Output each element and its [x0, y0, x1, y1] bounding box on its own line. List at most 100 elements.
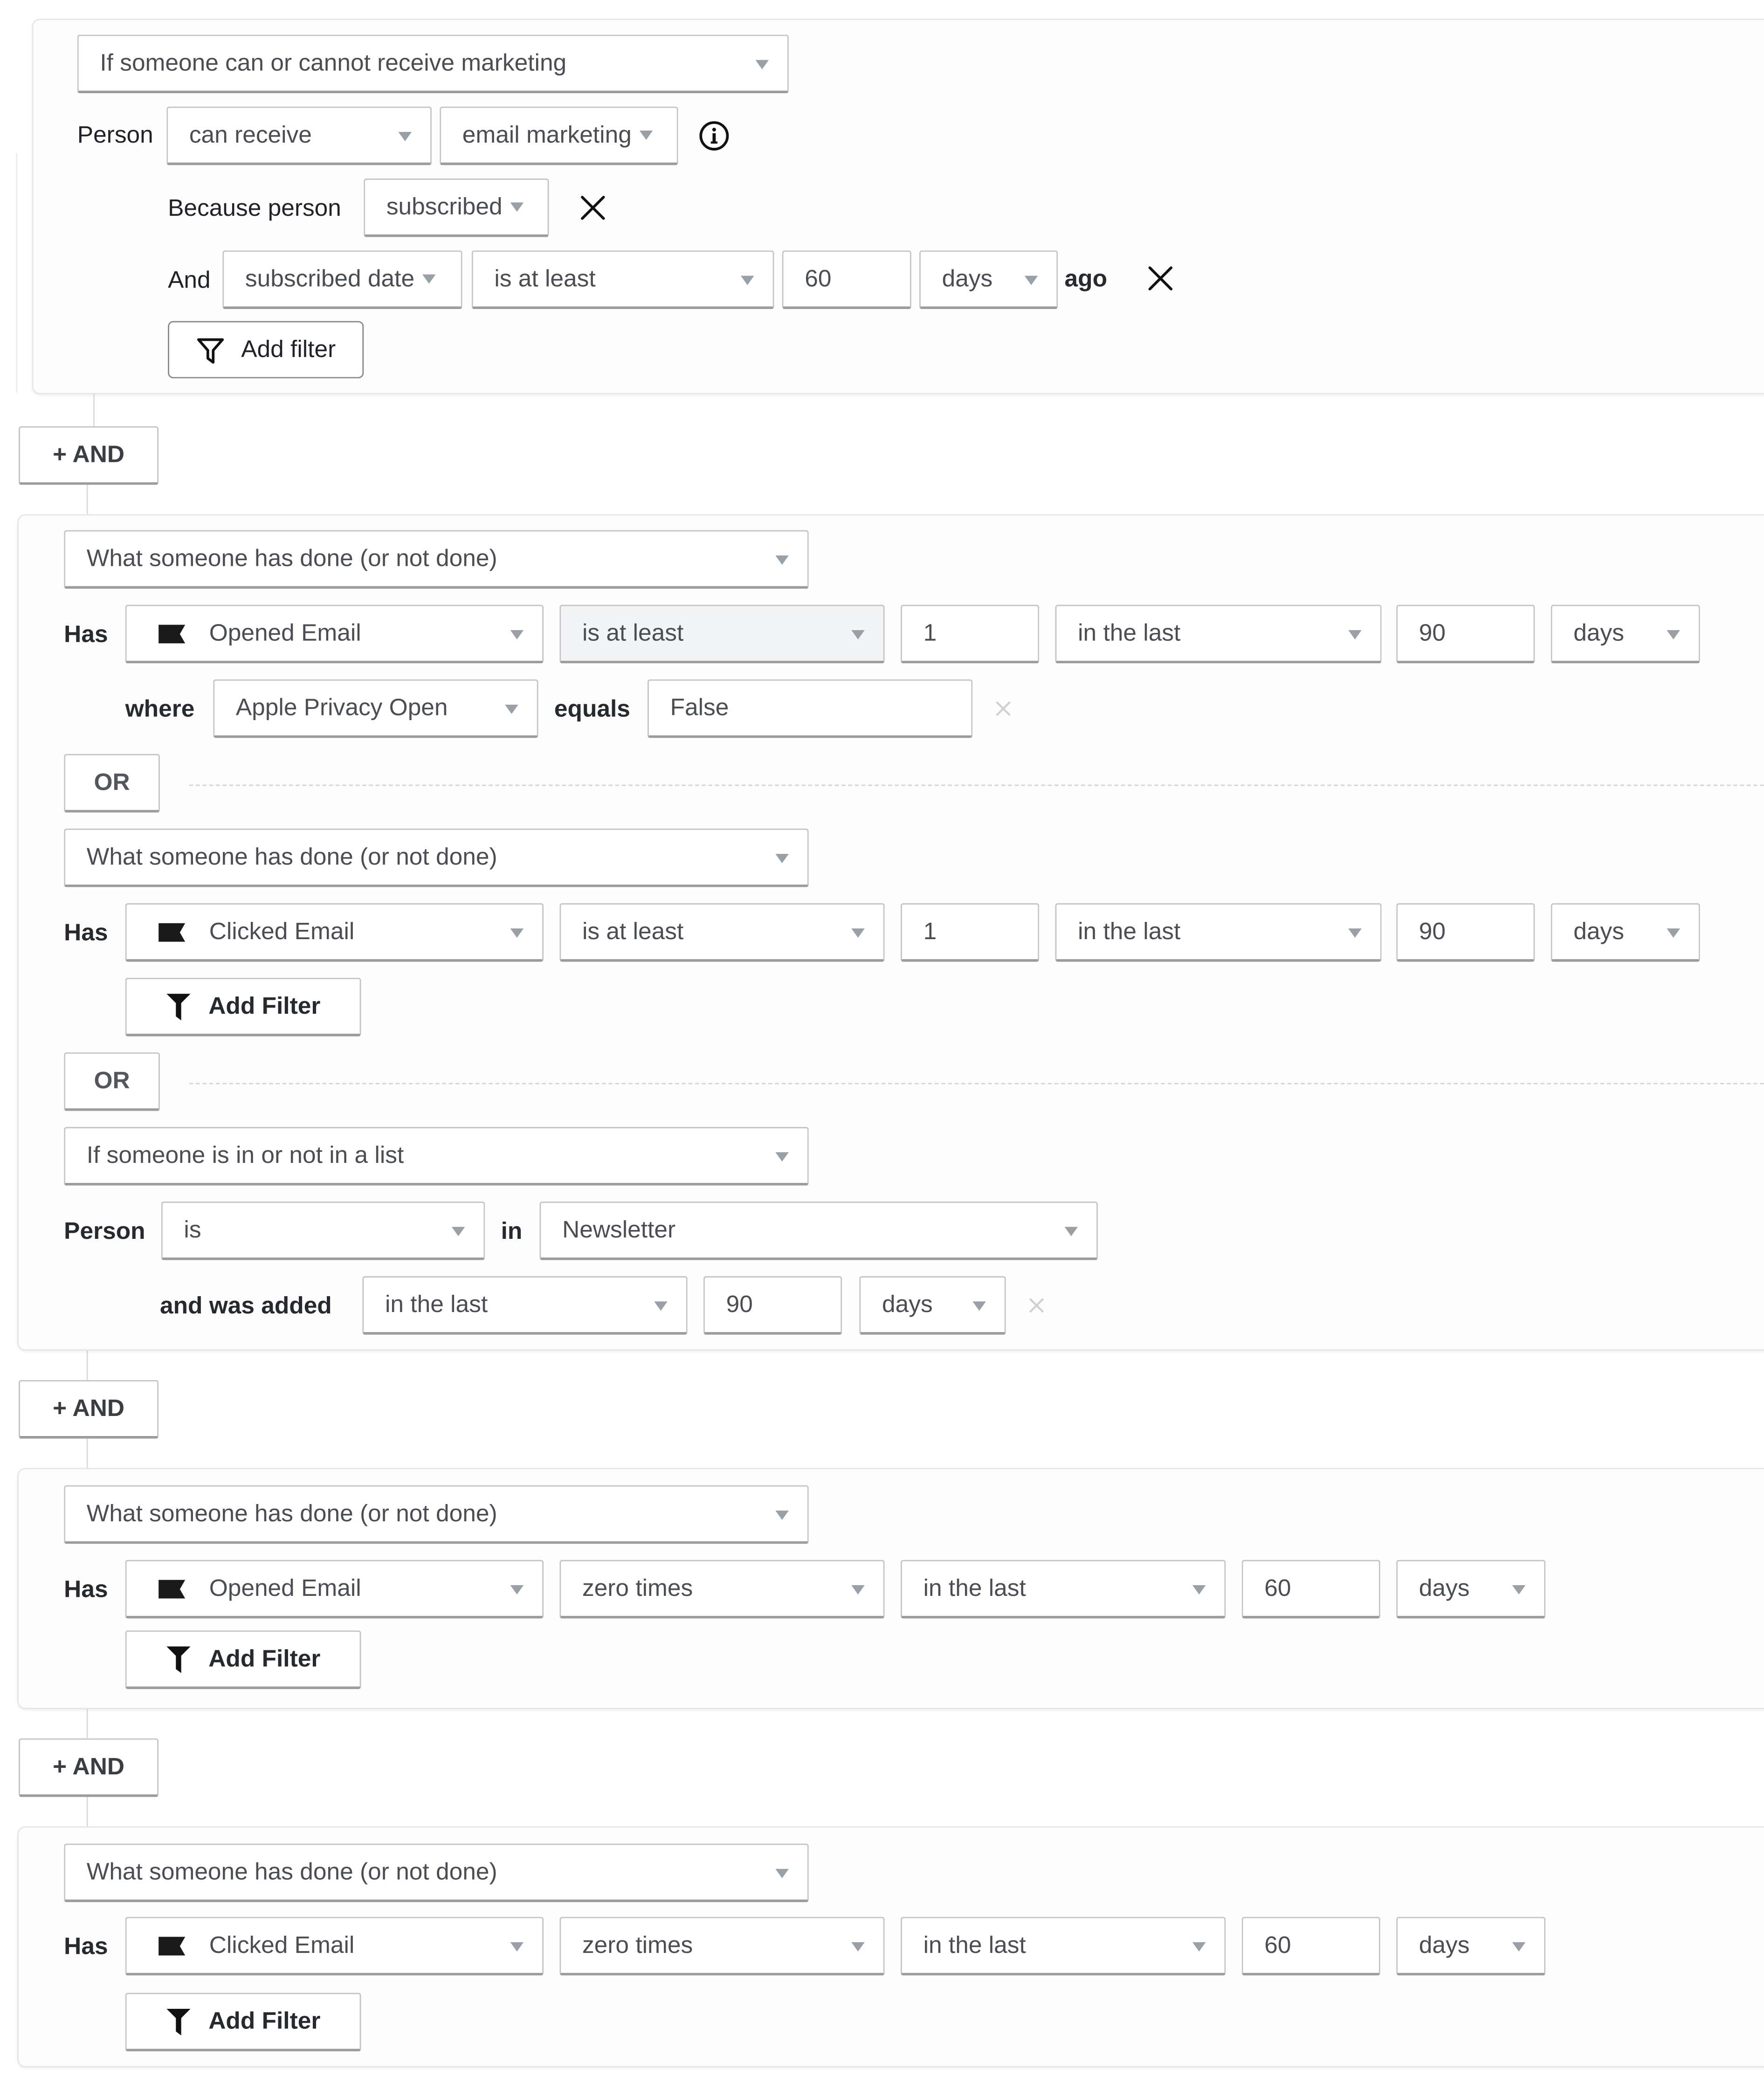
- chevron-down-icon: [398, 131, 412, 141]
- add-and-button[interactable]: + AND: [19, 1738, 159, 1797]
- timeframe-select[interactable]: in the last: [1055, 605, 1382, 664]
- condition-type-select[interactable]: If someone is in or not in a list: [64, 1127, 809, 1186]
- remove-added-filter-icon[interactable]: [1027, 1296, 1046, 1315]
- receive-mode-value: can receive: [189, 121, 312, 148]
- timeframe-value: in the last: [1078, 619, 1181, 646]
- has-label: Has: [64, 620, 108, 647]
- remove-filter-icon[interactable]: [1146, 264, 1175, 293]
- comparator-value: is at least: [494, 265, 596, 292]
- add-filter-button[interactable]: Add Filter: [125, 1993, 361, 2052]
- chevron-down-icon: [1192, 1941, 1206, 1951]
- chevron-down-icon: [1667, 928, 1680, 937]
- add-filter-button[interactable]: Add filter: [168, 321, 364, 378]
- chevron-down-icon: [755, 59, 769, 69]
- or-label: OR: [94, 1067, 130, 1094]
- channel-select[interactable]: email marketing: [440, 106, 678, 165]
- or-button[interactable]: OR: [64, 754, 160, 813]
- timeframe-select[interactable]: in the last: [362, 1276, 688, 1335]
- timeframe-value: in the last: [385, 1291, 488, 1318]
- timeframe-value: in the last: [923, 1574, 1026, 1601]
- condition-type-select[interactable]: What someone has done (or not done): [64, 828, 809, 887]
- metric-select[interactable]: Opened Email: [125, 1560, 544, 1619]
- membership-select[interactable]: is: [161, 1201, 485, 1260]
- unit-select[interactable]: days: [919, 250, 1058, 309]
- has-label: Has: [64, 919, 108, 946]
- chevron-down-icon: [510, 928, 524, 937]
- condition-type-value: If someone is in or not in a list: [86, 1141, 404, 1168]
- metric-select[interactable]: Clicked Email: [125, 1917, 544, 1976]
- chevron-down-icon: [1512, 1941, 1526, 1951]
- period-input[interactable]: 60: [1241, 1917, 1380, 1976]
- segment-definition-editor: If someone can or cannot receive marketi…: [0, 0, 1764, 2089]
- count-input[interactable]: 1: [901, 903, 1040, 962]
- chevron-down-icon: [1064, 1226, 1078, 1236]
- info-circle-icon[interactable]: [698, 120, 730, 152]
- person-label: Person: [77, 121, 153, 148]
- comparator-select[interactable]: is at least: [471, 250, 774, 309]
- amount-value: 60: [805, 265, 832, 292]
- condition-type-select[interactable]: What someone has done (or not done): [64, 1843, 809, 1903]
- or-button[interactable]: OR: [64, 1052, 160, 1111]
- metric-select[interactable]: Clicked Email: [125, 903, 544, 962]
- where-value-input[interactable]: False: [647, 679, 973, 738]
- frequency-value: is at least: [582, 619, 684, 646]
- where-property-select[interactable]: Apple Privacy Open: [213, 679, 538, 738]
- date-field-select[interactable]: subscribed date: [222, 250, 462, 309]
- frequency-select[interactable]: is at least: [559, 605, 885, 664]
- unit-select[interactable]: days: [859, 1276, 1006, 1335]
- in-label: in: [501, 1217, 523, 1244]
- flag-icon: [158, 624, 186, 643]
- timeframe-select[interactable]: in the last: [1055, 903, 1382, 962]
- receive-mode-select[interactable]: can receive: [166, 106, 432, 165]
- or-divider: [189, 1083, 1764, 1085]
- frequency-select[interactable]: zero times: [559, 1917, 885, 1976]
- unit-select[interactable]: days: [1396, 1560, 1546, 1619]
- condition-type-value: What someone has done (or not done): [86, 544, 497, 572]
- timeframe-select[interactable]: in the last: [901, 1560, 1226, 1619]
- add-and-button[interactable]: + AND: [19, 426, 159, 485]
- frequency-value: is at least: [582, 918, 684, 945]
- add-and-button[interactable]: + AND: [19, 1380, 159, 1439]
- condition-type-select[interactable]: What someone has done (or not done): [64, 1485, 809, 1544]
- because-person-label: Because person: [168, 194, 341, 221]
- ago-label: ago: [1064, 265, 1108, 292]
- unit-select[interactable]: days: [1550, 605, 1700, 664]
- unit-select[interactable]: days: [1396, 1917, 1546, 1976]
- period-input[interactable]: 60: [1241, 1560, 1380, 1619]
- count-input[interactable]: 1: [901, 605, 1040, 664]
- add-filter-button[interactable]: Add Filter: [125, 1630, 361, 1689]
- remove-where-icon[interactable]: [994, 699, 1013, 718]
- period-input[interactable]: 90: [1396, 605, 1535, 664]
- frequency-select[interactable]: is at least: [559, 903, 885, 962]
- condition-type-select[interactable]: If someone can or cannot receive marketi…: [77, 34, 789, 94]
- unit-select[interactable]: days: [1550, 903, 1700, 962]
- add-filter-button[interactable]: Add Filter: [125, 977, 361, 1037]
- unit-value: days: [1419, 1931, 1470, 1958]
- add-filter-label: Add Filter: [208, 2007, 321, 2034]
- chevron-down-icon: [775, 1151, 789, 1161]
- chevron-down-icon: [851, 1584, 865, 1594]
- frequency-value: zero times: [582, 1574, 693, 1601]
- equals-label: equals: [554, 695, 630, 722]
- chevron-down-icon: [510, 1941, 524, 1951]
- chevron-down-icon: [422, 274, 436, 284]
- flag-icon: [158, 1936, 186, 1955]
- because-select[interactable]: subscribed: [364, 178, 549, 237]
- channel-value: email marketing: [462, 121, 632, 148]
- chevron-down-icon: [775, 1868, 789, 1878]
- remove-because-icon[interactable]: [578, 193, 607, 222]
- frequency-select[interactable]: zero times: [559, 1560, 885, 1619]
- list-select[interactable]: Newsletter: [539, 1201, 1098, 1260]
- timeframe-select[interactable]: in the last: [901, 1917, 1226, 1976]
- condition-type-value: If someone can or cannot receive marketi…: [100, 49, 567, 76]
- chevron-down-icon: [775, 1510, 789, 1519]
- add-and-label: + AND: [53, 1395, 124, 1422]
- period-input[interactable]: 90: [703, 1276, 842, 1335]
- metric-select[interactable]: Opened Email: [125, 605, 544, 664]
- amount-input[interactable]: 60: [782, 250, 911, 309]
- chevron-down-icon: [1667, 629, 1680, 639]
- period-input[interactable]: 90: [1396, 903, 1535, 962]
- add-and-label: + AND: [53, 1753, 124, 1780]
- condition-type-select[interactable]: What someone has done (or not done): [64, 530, 809, 589]
- period-value: 60: [1264, 1574, 1291, 1601]
